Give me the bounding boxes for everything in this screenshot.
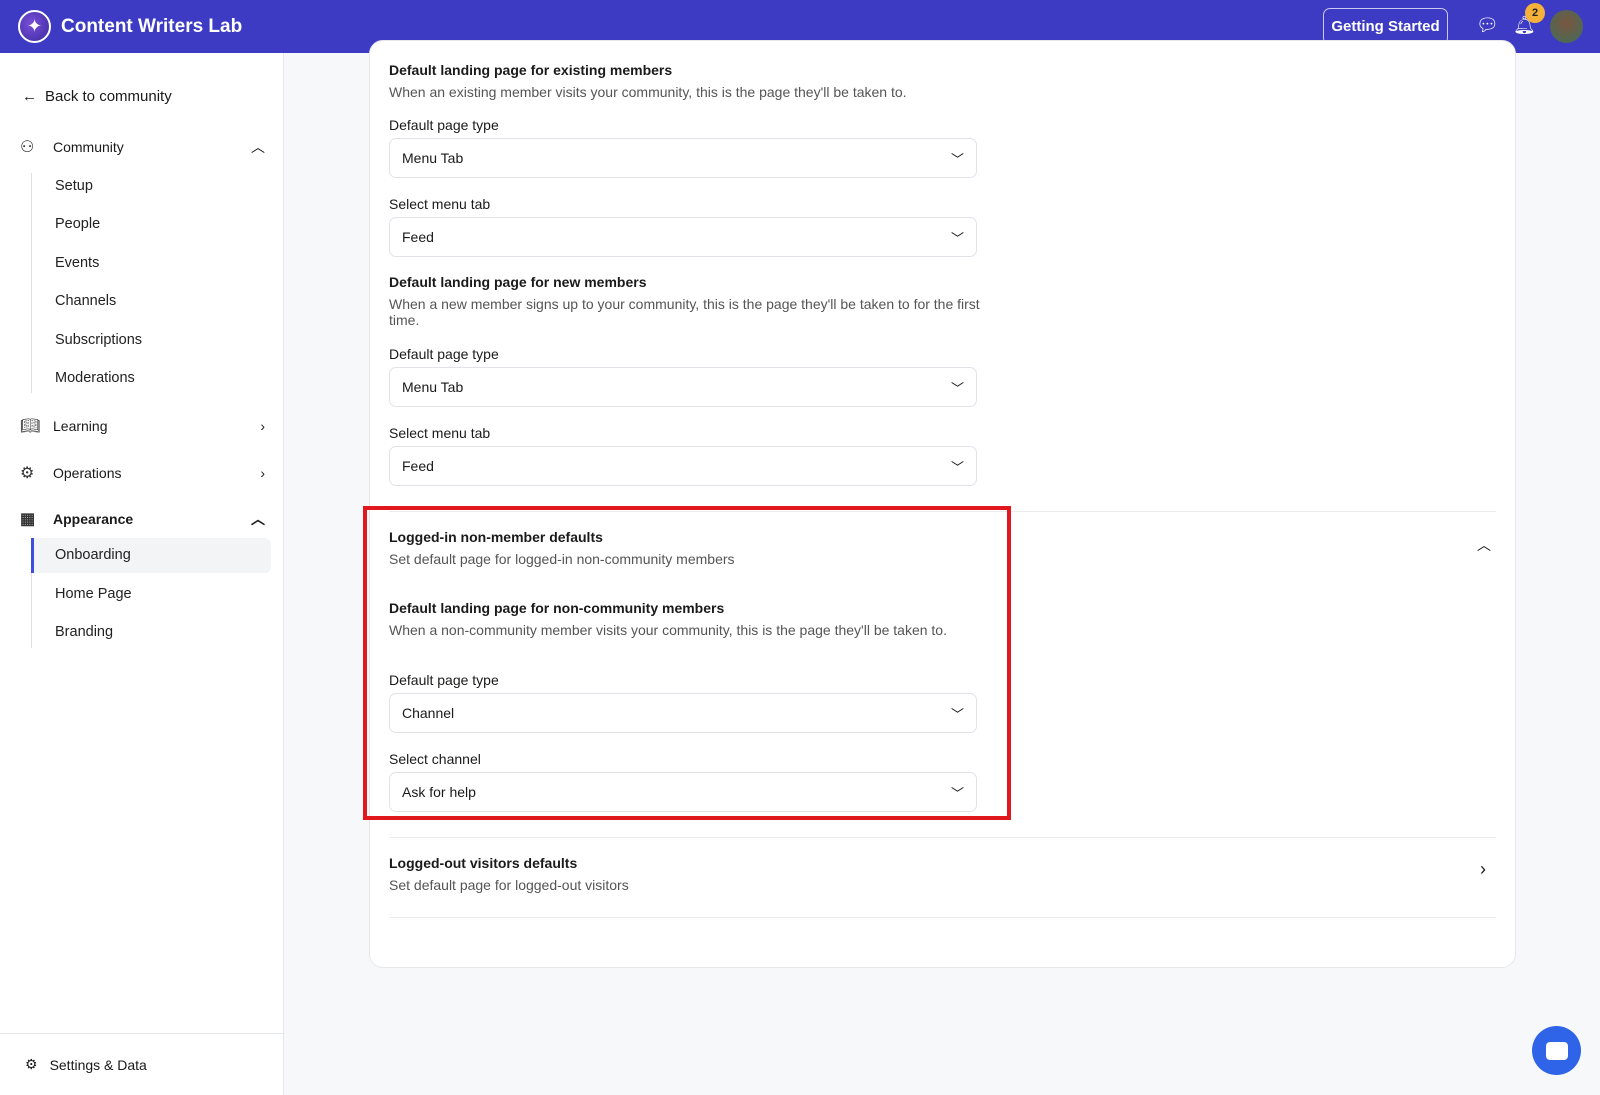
settings-card	[369, 40, 1516, 968]
existing-title: Default landing page for existing member…	[389, 62, 673, 78]
appearance-label: Appearance	[53, 511, 134, 527]
new-tab-label: Select menu tab	[389, 425, 491, 441]
app-title: Content Writers Lab	[61, 15, 243, 37]
arrow-left-icon: ←	[22, 88, 37, 105]
back-to-community-link[interactable]: ← Back to community	[22, 88, 172, 105]
chat-icon[interactable]: 💬︎	[1476, 15, 1499, 36]
existing-menu-tab-select[interactable]: Feed ﹀	[389, 217, 977, 257]
support-chat-button[interactable]	[1532, 1026, 1581, 1075]
select-value: Feed	[402, 458, 434, 474]
sidebar-item-onboarding[interactable]: Onboarding	[55, 547, 131, 563]
new-type-label: Default page type	[389, 346, 499, 362]
back-label: Back to community	[45, 88, 172, 105]
chevron-right-icon[interactable]: ›	[1480, 859, 1486, 880]
sidebar-item-channels[interactable]: Channels	[55, 293, 116, 309]
select-value: Feed	[402, 229, 434, 245]
select-value: Menu Tab	[402, 150, 464, 166]
settings-label: Settings & Data	[49, 1056, 147, 1073]
book-icon: 📖︎	[20, 418, 41, 435]
avatar[interactable]	[1550, 10, 1583, 43]
logo-icon: ✦	[18, 10, 51, 43]
learning-label: Learning	[53, 418, 108, 434]
notification-badge: 2	[1525, 3, 1545, 23]
sidebar-item-moderations[interactable]: Moderations	[55, 370, 135, 386]
new-page-type-select[interactable]: Menu Tab ﹀	[389, 367, 977, 407]
sidebar-item-subscriptions[interactable]: Subscriptions	[55, 332, 142, 348]
highlight-box	[363, 506, 1011, 820]
existing-desc: When an existing member visits your comm…	[389, 84, 907, 100]
chevron-down-icon: ﹀	[950, 151, 964, 167]
operations-icon: ⚙︎	[20, 465, 35, 482]
divider	[31, 173, 32, 393]
sidebar-item-people[interactable]: People	[55, 216, 100, 232]
sidebar-item-home-page[interactable]: Home Page	[55, 586, 132, 602]
gear-icon: ⚙	[25, 1056, 38, 1072]
chevron-right-icon: ›	[260, 465, 265, 481]
divider	[389, 917, 1496, 918]
existing-tab-label: Select menu tab	[389, 196, 491, 212]
sidebar-group-appearance[interactable]: ▦ Appearance ︿	[20, 509, 265, 529]
sidebar: ← Back to community ⚇ Community ︿ Setup Peo…	[0, 53, 284, 1095]
divider	[389, 837, 1496, 838]
community-label: Community	[53, 139, 124, 155]
community-icon: ⚇	[20, 139, 35, 156]
chat-bubble-icon	[1545, 1041, 1568, 1060]
chevron-right-icon: ›	[260, 418, 265, 434]
existing-type-label: Default page type	[389, 117, 499, 133]
sidebar-item-events[interactable]: Events	[55, 255, 99, 271]
new-title: Default landing page for new members	[389, 274, 647, 290]
chevron-down-icon: ﹀	[950, 459, 964, 475]
appearance-icon: ▦	[20, 511, 36, 528]
select-value: Menu Tab	[402, 379, 464, 395]
existing-page-type-select[interactable]: Menu Tab ﹀	[389, 138, 977, 178]
chevron-down-icon: ﹀	[950, 230, 964, 246]
sidebar-group-learning[interactable]: 📖︎ Learning ›	[20, 416, 265, 436]
chevron-down-icon: ﹀	[950, 380, 964, 396]
sidebar-item-setup[interactable]: Setup	[55, 178, 93, 194]
new-menu-tab-select[interactable]: Feed ﹀	[389, 446, 977, 486]
chevron-up-icon: ︿	[251, 139, 265, 155]
new-desc: When a new member signs up to your commu…	[389, 296, 980, 328]
chevron-up-icon: ︿	[251, 511, 265, 527]
loggedout-subtitle: Set default page for logged-out visitors	[389, 877, 629, 893]
loggedout-title[interactable]: Logged-out visitors defaults	[389, 855, 577, 871]
operations-label: Operations	[53, 465, 122, 481]
sidebar-group-community[interactable]: ⚇ Community ︿	[20, 137, 265, 157]
chevron-up-icon[interactable]: ︿	[1477, 535, 1491, 555]
settings-data-link[interactable]: ⚙ Settings & Data	[0, 1033, 284, 1095]
sidebar-group-operations[interactable]: ⚙︎ Operations ›	[20, 463, 265, 483]
sidebar-item-branding[interactable]: Branding	[55, 624, 113, 640]
